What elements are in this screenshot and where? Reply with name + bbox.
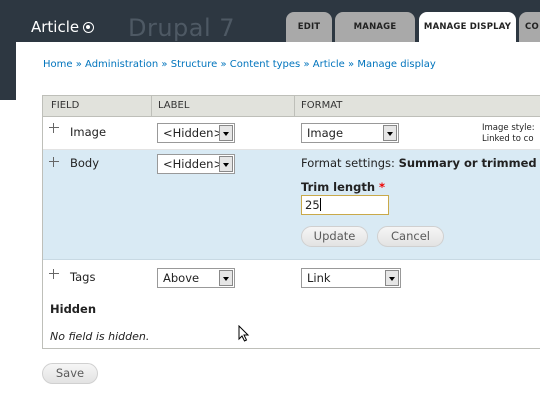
hidden-region-empty-message: No field is hidden. xyxy=(50,330,150,343)
breadcrumb-article[interactable]: Article xyxy=(313,59,345,70)
image-label-select[interactable]: <Hidden> xyxy=(157,123,235,143)
select-value: Image xyxy=(307,126,344,140)
tab-manage-display[interactable]: MANAGE DISPLAY xyxy=(419,12,516,42)
tags-label-select[interactable]: Above xyxy=(157,268,235,288)
breadcrumb-separator: » xyxy=(161,59,168,70)
image-summary-style: Image style: xyxy=(482,123,535,133)
fields-table: FIELD LABEL FORMAT Image <Hidden> Image … xyxy=(42,95,540,349)
field-name-tags: Tags xyxy=(70,270,96,284)
table-row-image: Image <Hidden> Image Image style: Linked… xyxy=(43,117,540,150)
column-header-label: LABEL xyxy=(158,100,190,111)
chevron-down-icon xyxy=(385,270,399,286)
trim-length-label: Trim length * xyxy=(301,180,385,194)
format-settings-prefix: Format settings: xyxy=(301,156,395,170)
column-header-format: FORMAT xyxy=(301,100,343,111)
text-caret xyxy=(319,198,321,211)
breadcrumb-separator: » xyxy=(348,59,355,70)
trim-length-text: Trim length xyxy=(301,180,376,194)
chevron-down-icon xyxy=(219,270,233,286)
select-value: Above xyxy=(163,271,200,285)
drupal-watermark: Drupal 7 xyxy=(128,14,236,42)
select-value: <Hidden> xyxy=(163,126,224,140)
breadcrumb-administration[interactable]: Administration xyxy=(85,59,158,70)
update-button[interactable]: Update xyxy=(301,226,368,247)
column-divider xyxy=(294,96,295,117)
breadcrumb-separator: » xyxy=(75,59,82,70)
breadcrumb-content-types[interactable]: Content types xyxy=(230,59,301,70)
chevron-down-icon xyxy=(219,156,233,172)
format-settings-value: Summary or trimmed xyxy=(398,156,537,170)
image-format-select[interactable]: Image xyxy=(301,123,399,143)
field-name-body: Body xyxy=(70,156,100,170)
column-divider xyxy=(151,96,152,117)
body-label-select[interactable]: <Hidden> xyxy=(157,154,235,174)
mouse-pointer-icon xyxy=(238,325,250,342)
tab-manage-fields[interactable]: MANAGE FIELDS xyxy=(335,12,415,62)
required-marker: * xyxy=(379,180,386,194)
breadcrumb-home[interactable]: Home xyxy=(43,59,73,70)
hidden-region-heading: Hidden xyxy=(50,302,97,316)
tab-comment-fields[interactable]: CO xyxy=(519,12,540,42)
drag-handle-icon[interactable] xyxy=(49,157,59,167)
page-title: Article xyxy=(31,18,80,36)
chevron-down-icon xyxy=(383,125,397,141)
save-button[interactable]: Save xyxy=(42,363,98,384)
breadcrumb-manage-display[interactable]: Manage display xyxy=(357,59,435,70)
shortcut-star-icon[interactable] xyxy=(83,22,94,33)
breadcrumb-separator: » xyxy=(303,59,310,70)
tab-edit[interactable]: EDIT xyxy=(286,12,332,42)
format-settings-text: Format settings: Summary or trimmed xyxy=(301,156,537,170)
table-row-body: Body <Hidden> Format settings: Summary o… xyxy=(43,150,540,260)
cancel-button[interactable]: Cancel xyxy=(377,226,444,247)
table-header: FIELD LABEL FORMAT xyxy=(43,96,540,117)
trim-length-value: 25 xyxy=(305,198,320,212)
select-value: Link xyxy=(307,271,331,285)
breadcrumb: Home » Administration » Structure » Cont… xyxy=(43,59,436,70)
table-row-tags: Tags Above Link xyxy=(43,260,540,296)
trim-length-input[interactable]: 25 xyxy=(301,195,389,215)
select-value: <Hidden> xyxy=(163,157,224,171)
column-header-field: FIELD xyxy=(51,100,80,111)
breadcrumb-structure[interactable]: Structure xyxy=(171,59,218,70)
tags-format-select[interactable]: Link xyxy=(301,268,401,288)
drag-handle-icon[interactable] xyxy=(49,123,59,133)
field-name-image: Image xyxy=(70,125,107,139)
drag-handle-icon[interactable] xyxy=(49,269,59,279)
breadcrumb-separator: » xyxy=(220,59,227,70)
image-summary-link: Linked to co xyxy=(482,134,534,144)
chevron-down-icon xyxy=(219,125,233,141)
